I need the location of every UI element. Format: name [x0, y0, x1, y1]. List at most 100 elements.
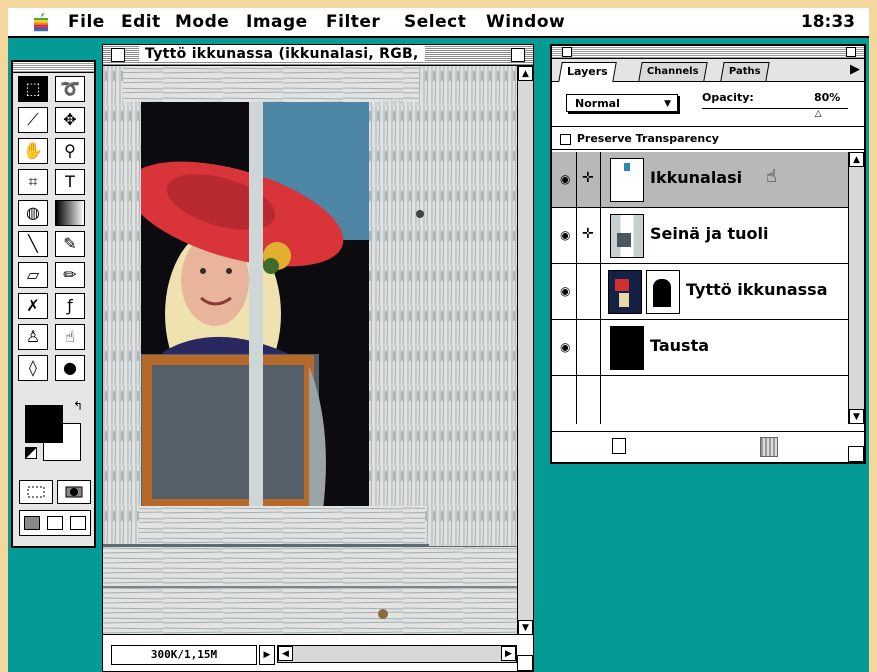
menu-filter[interactable]: Filter: [326, 12, 380, 32]
menu-select[interactable]: Select: [404, 12, 466, 32]
opacity-slider-track[interactable]: [702, 108, 848, 109]
canvas-photo: [103, 66, 517, 635]
layer-row-tausta[interactable]: ◉ Tausta: [552, 320, 848, 376]
move-link-icon[interactable]: ✛: [582, 170, 594, 186]
scroll-up-arrow-icon[interactable]: ▲: [849, 152, 864, 167]
document-size-readout[interactable]: 300K/1,15M: [111, 645, 257, 665]
blur-tool-icon[interactable]: ◊: [18, 355, 48, 381]
swap-colors-icon[interactable]: ↰: [73, 399, 83, 413]
quick-mask-mode-icon[interactable]: [57, 480, 91, 504]
preserve-transparency-label: Preserve Transparency: [576, 132, 719, 145]
type-tool-icon[interactable]: T: [55, 169, 85, 195]
move-tool-icon[interactable]: ✥: [55, 107, 85, 133]
layers-palette-title-bar[interactable]: [552, 46, 864, 59]
scroll-down-arrow-icon[interactable]: ▼: [518, 620, 533, 635]
menu-image[interactable]: Image: [246, 12, 308, 32]
layer-name: Seinä ja tuoli: [650, 224, 769, 243]
preserve-transparency-checkbox[interactable]: Preserve Transparency: [552, 126, 864, 150]
menu-file[interactable]: File: [68, 12, 105, 32]
move-link-icon[interactable]: ✛: [582, 226, 594, 242]
zoom-box-icon[interactable]: [511, 48, 525, 62]
scroll-left-arrow-icon[interactable]: ◀: [278, 646, 293, 661]
smudge-tool-icon[interactable]: ☝: [55, 324, 85, 350]
hand-tool-icon[interactable]: ✋: [18, 138, 48, 164]
palette-zoom-box-icon[interactable]: [846, 47, 856, 57]
layer-name: Ikkunalasi: [650, 168, 743, 187]
tab-paths[interactable]: Paths: [720, 62, 770, 81]
toolbox-palette: ⬚ ➰ ⟋ ✥ ✋ ⚲ ⌗ T ◍ ╲ ✎ ▱ ✏ ✗ ƒ ♙ ☝ ◊ ● ↰: [11, 60, 96, 548]
scroll-up-arrow-icon[interactable]: ▲: [518, 66, 533, 81]
rubber-stamp-tool-icon[interactable]: ♙: [18, 324, 48, 350]
layer-row-seina-ja-tuoli[interactable]: ◉ ✛ Seinä ja tuoli: [552, 208, 848, 264]
marquee-tool-icon[interactable]: ⬚: [18, 76, 48, 102]
layer-thumbnail: [610, 214, 644, 258]
menu-window[interactable]: Window: [486, 12, 565, 32]
eye-visibility-icon[interactable]: ◉: [560, 284, 570, 298]
eyedropper-tool-icon[interactable]: ✎: [55, 231, 85, 257]
toolbox-title-bar[interactable]: [13, 62, 94, 73]
apple-menu-icon[interactable]: [32, 12, 50, 32]
full-screen-mode-icon[interactable]: [70, 516, 87, 530]
zoom-tool-icon[interactable]: ⚲: [55, 138, 85, 164]
layer-mask-thumbnail[interactable]: [646, 270, 680, 314]
blend-mode-select[interactable]: Normal ▼: [566, 94, 678, 112]
close-box-icon[interactable]: [111, 48, 125, 62]
document-horizontal-scrollbar[interactable]: ◀ ▶: [277, 645, 517, 663]
layer-thumbnail: [610, 326, 644, 370]
eye-visibility-icon[interactable]: ◉: [560, 172, 570, 186]
paint-bucket-tool-icon[interactable]: ◍: [18, 200, 48, 226]
resize-box-icon[interactable]: [517, 655, 533, 671]
palette-close-box-icon[interactable]: [562, 47, 572, 57]
size-popup-arrow-icon[interactable]: ▶: [259, 645, 275, 665]
layers-vertical-scrollbar[interactable]: ▲ ▼: [848, 152, 864, 424]
layer-list: ◉ ✛ Ikkunalasi ☝ ◉ ✛ Seinä ja tuoli ◉ Ty…: [552, 152, 848, 424]
menu-mode[interactable]: Mode: [175, 12, 229, 32]
scroll-down-arrow-icon[interactable]: ▼: [849, 409, 864, 424]
new-layer-icon[interactable]: [612, 438, 626, 454]
magic-wand-tool-icon[interactable]: ⟋: [18, 107, 48, 133]
scroll-right-arrow-icon[interactable]: ▶: [501, 646, 516, 661]
screen-mode-row: [19, 510, 91, 536]
standard-mode-icon[interactable]: [19, 480, 53, 504]
document-title-bar[interactable]: Tyttö ikkunassa (ikkunalasi, RGB,: [103, 45, 533, 66]
layer-row-ikkunalasi[interactable]: ◉ ✛ Ikkunalasi ☝: [552, 152, 848, 208]
layer-list-empty-area: [552, 376, 848, 424]
airbrush-tool-icon[interactable]: ✗: [18, 293, 48, 319]
pencil-tool-icon[interactable]: ✏: [55, 262, 85, 288]
foreground-color-swatch[interactable]: [25, 405, 63, 443]
lasso-tool-icon[interactable]: ➰: [55, 76, 85, 102]
menu-bar: File Edit Mode Image Filter Select Windo…: [8, 8, 869, 38]
mask-mode-row: [19, 480, 91, 504]
default-colors-icon[interactable]: [25, 447, 37, 459]
standard-screen-mode-icon[interactable]: [23, 516, 40, 530]
paintbrush-tool-icon[interactable]: ƒ: [55, 293, 85, 319]
layer-row-tytto-ikkunassa[interactable]: ◉ Tyttö ikkunassa: [552, 264, 848, 320]
chevron-down-icon: ▼: [664, 99, 671, 109]
crop-tool-icon[interactable]: ⌗: [18, 169, 48, 195]
dodge-tool-icon[interactable]: ●: [55, 355, 85, 381]
document-status-bar: 300K/1,15M ▶ ◀ ▶: [103, 634, 533, 671]
document-vertical-scrollbar[interactable]: ▲ ▼: [517, 66, 533, 635]
menu-edit[interactable]: Edit: [121, 12, 161, 32]
eraser-tool-icon[interactable]: ▱: [18, 262, 48, 288]
line-tool-icon[interactable]: ╲: [18, 231, 48, 257]
palette-resize-box-icon[interactable]: [848, 446, 864, 462]
desktop: File Edit Mode Image Filter Select Windo…: [8, 8, 869, 672]
blend-mode-value: Normal: [575, 97, 620, 110]
menu-clock: 18:33: [800, 12, 855, 32]
opacity-slider-thumb-icon[interactable]: △: [815, 109, 822, 119]
tab-layers[interactable]: Layers: [558, 62, 617, 82]
layers-palette-footer: [552, 431, 864, 462]
color-swatches: ↰: [19, 399, 89, 465]
full-screen-menu-mode-icon[interactable]: [46, 516, 63, 530]
trash-icon[interactable]: [760, 437, 778, 457]
tab-channels[interactable]: Channels: [638, 62, 708, 81]
image-canvas[interactable]: [103, 66, 517, 635]
layer-name: Tausta: [650, 336, 710, 355]
palette-menu-arrow-icon[interactable]: ▶: [850, 62, 860, 77]
gradient-tool-icon[interactable]: [55, 200, 85, 226]
document-title: Tyttö ikkunassa (ikkunalasi, RGB,: [139, 46, 425, 62]
eye-visibility-icon[interactable]: ◉: [560, 340, 570, 354]
eye-visibility-icon[interactable]: ◉: [560, 228, 570, 242]
layers-palette: Layers Channels Paths ▶ Normal ▼ Opacity…: [550, 44, 866, 464]
